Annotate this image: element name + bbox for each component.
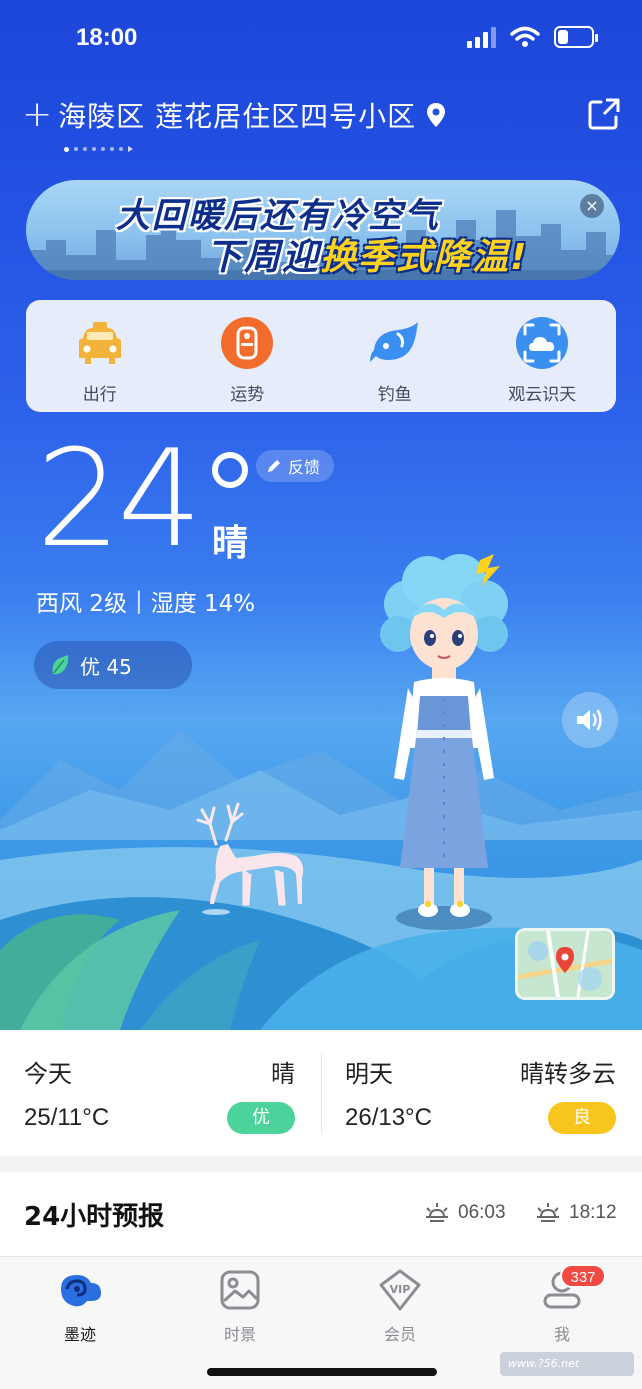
location-header: + 海陵区 莲花居住区四号小区: [22, 92, 622, 138]
quick-action-cloud[interactable]: 观云识天: [469, 300, 617, 412]
pencil-icon: [268, 460, 280, 472]
quick-action-label: 观云识天: [508, 385, 577, 405]
quick-action-fishing[interactable]: 钓鱼: [321, 300, 469, 412]
battery-level: [558, 30, 568, 44]
location-name[interactable]: 海陵区 莲花居住区四号小区: [58, 95, 416, 135]
notification-badge: 337: [560, 1264, 606, 1288]
forecast-condition: 晴: [271, 1060, 295, 1088]
banner-subline: 下周迎换季式降温!: [206, 228, 528, 280]
sunrise: 06:03: [424, 1202, 506, 1224]
status-bar: 18:00: [0, 0, 642, 80]
wind-text: 西风 2级: [36, 591, 127, 617]
tab-label: 我: [553, 1325, 570, 1344]
svg-text:VIP: VIP: [390, 1283, 411, 1296]
wind-humidity: 西风 2级 | 湿度 14%: [36, 584, 255, 618]
hourly-title: 24小时预报: [24, 1202, 165, 1232]
forecast-condition: 晴转多云: [520, 1060, 616, 1088]
page-dot: [92, 147, 96, 151]
picture-icon: [220, 1270, 260, 1310]
banner-subline-prefix: 下周迎: [206, 237, 321, 278]
degree-symbol: [212, 452, 248, 488]
feedback-button[interactable]: 反馈: [256, 450, 335, 482]
site-watermark: www.?56.net: [500, 1352, 634, 1376]
radar-map-button[interactable]: [515, 928, 615, 1000]
vip-icon: VIP: [379, 1269, 421, 1311]
tab-label: 时景: [223, 1325, 256, 1344]
page-dot: [110, 147, 114, 151]
daily-forecast: 今天 晴 25/11°C 优 明天 晴转多云 26/13°C 良: [0, 1030, 642, 1156]
quick-action-label: 出行: [82, 385, 117, 405]
aqi-label: 优 45: [80, 654, 132, 679]
sunset-time: 18:12: [569, 1202, 617, 1223]
cloud-scan-icon: [516, 317, 569, 369]
leaf-icon: [52, 655, 69, 675]
map-pin-icon: [518, 931, 612, 997]
fortune-icon: [221, 317, 274, 369]
battery-icon: [554, 26, 598, 48]
wifi-icon: [510, 26, 540, 47]
forecast-today[interactable]: 今天 晴 25/11°C 优: [0, 1030, 321, 1156]
status-time: 18:00: [76, 24, 138, 51]
quick-action-label: 钓鱼: [377, 385, 412, 405]
tab-moji[interactable]: 墨迹: [30, 1267, 130, 1345]
tab-label: 墨迹: [63, 1325, 96, 1344]
page-dot: [101, 147, 105, 151]
wind-separator: |: [134, 588, 143, 614]
share-icon[interactable]: [586, 96, 622, 132]
page-dot: [64, 146, 69, 152]
tab-vip[interactable]: VIP 会员: [350, 1267, 450, 1345]
forecast-day-label: 明天: [345, 1060, 393, 1088]
sunset: 18:12: [535, 1202, 617, 1224]
feedback-label: 反馈: [288, 458, 321, 477]
location-pin-icon: [427, 103, 446, 127]
speaker-icon: [577, 709, 602, 731]
sunset-icon: [537, 1203, 559, 1222]
sunrise-icon: [426, 1203, 448, 1222]
forecast-tomorrow[interactable]: 明天 晴转多云 26/13°C 良: [321, 1030, 642, 1156]
forecast-aqi-badge: 优: [227, 1102, 295, 1134]
page-dot: [74, 147, 78, 151]
page-more-arrow-icon: [128, 146, 133, 152]
forecast-day-label: 今天: [24, 1060, 72, 1088]
fish-icon: [369, 322, 418, 362]
hourly-forecast-section: 24小时预报 06:03 18:12: [0, 1172, 642, 1256]
page-dot: [119, 147, 123, 151]
add-city-icon[interactable]: +: [22, 97, 52, 133]
quick-action-travel[interactable]: 出行: [26, 300, 174, 412]
weather-mascot-girl: [380, 554, 508, 930]
current-condition: 晴: [212, 523, 249, 564]
tab-scenery[interactable]: 时景: [190, 1267, 290, 1345]
page-dot: [83, 147, 87, 151]
cellular-signal-icon: [467, 26, 496, 48]
aqi-pill[interactable]: 优 45: [34, 641, 192, 689]
voice-broadcast-button[interactable]: [562, 692, 618, 748]
forecast-aqi-badge: 良: [548, 1102, 616, 1134]
promo-banner[interactable]: 大回暖后还有冷空气 下周迎换季式降温! ×: [26, 180, 620, 280]
quick-action-fortune[interactable]: 运势: [174, 300, 322, 412]
current-temperature: 24: [36, 421, 203, 577]
forecast-temp-range: 26/13°C: [345, 1104, 432, 1131]
page-indicator: [64, 146, 133, 152]
humidity-text: 湿度 14%: [150, 591, 256, 617]
home-indicator[interactable]: [207, 1368, 437, 1376]
forecast-temp-range: 25/11°C: [24, 1104, 110, 1131]
weather-hero: 18:00 + 海陵区 莲花居住区四号小区 大回暖后还有冷空气 下周迎换季式降温…: [0, 0, 642, 1030]
status-icons: [467, 26, 598, 48]
taxi-icon: [78, 322, 121, 364]
tab-label: 会员: [383, 1325, 416, 1344]
sunrise-time: 06:03: [458, 1202, 506, 1223]
deer-illustration: [196, 802, 304, 915]
banner-close-button[interactable]: ×: [580, 194, 604, 218]
quick-action-label: 运势: [230, 385, 265, 405]
quick-actions-panel: 出行 运势 钓鱼 观云识天: [26, 300, 616, 412]
banner-subline-highlight: 换季式降温!: [320, 237, 529, 278]
moji-home-icon: [61, 1275, 101, 1307]
